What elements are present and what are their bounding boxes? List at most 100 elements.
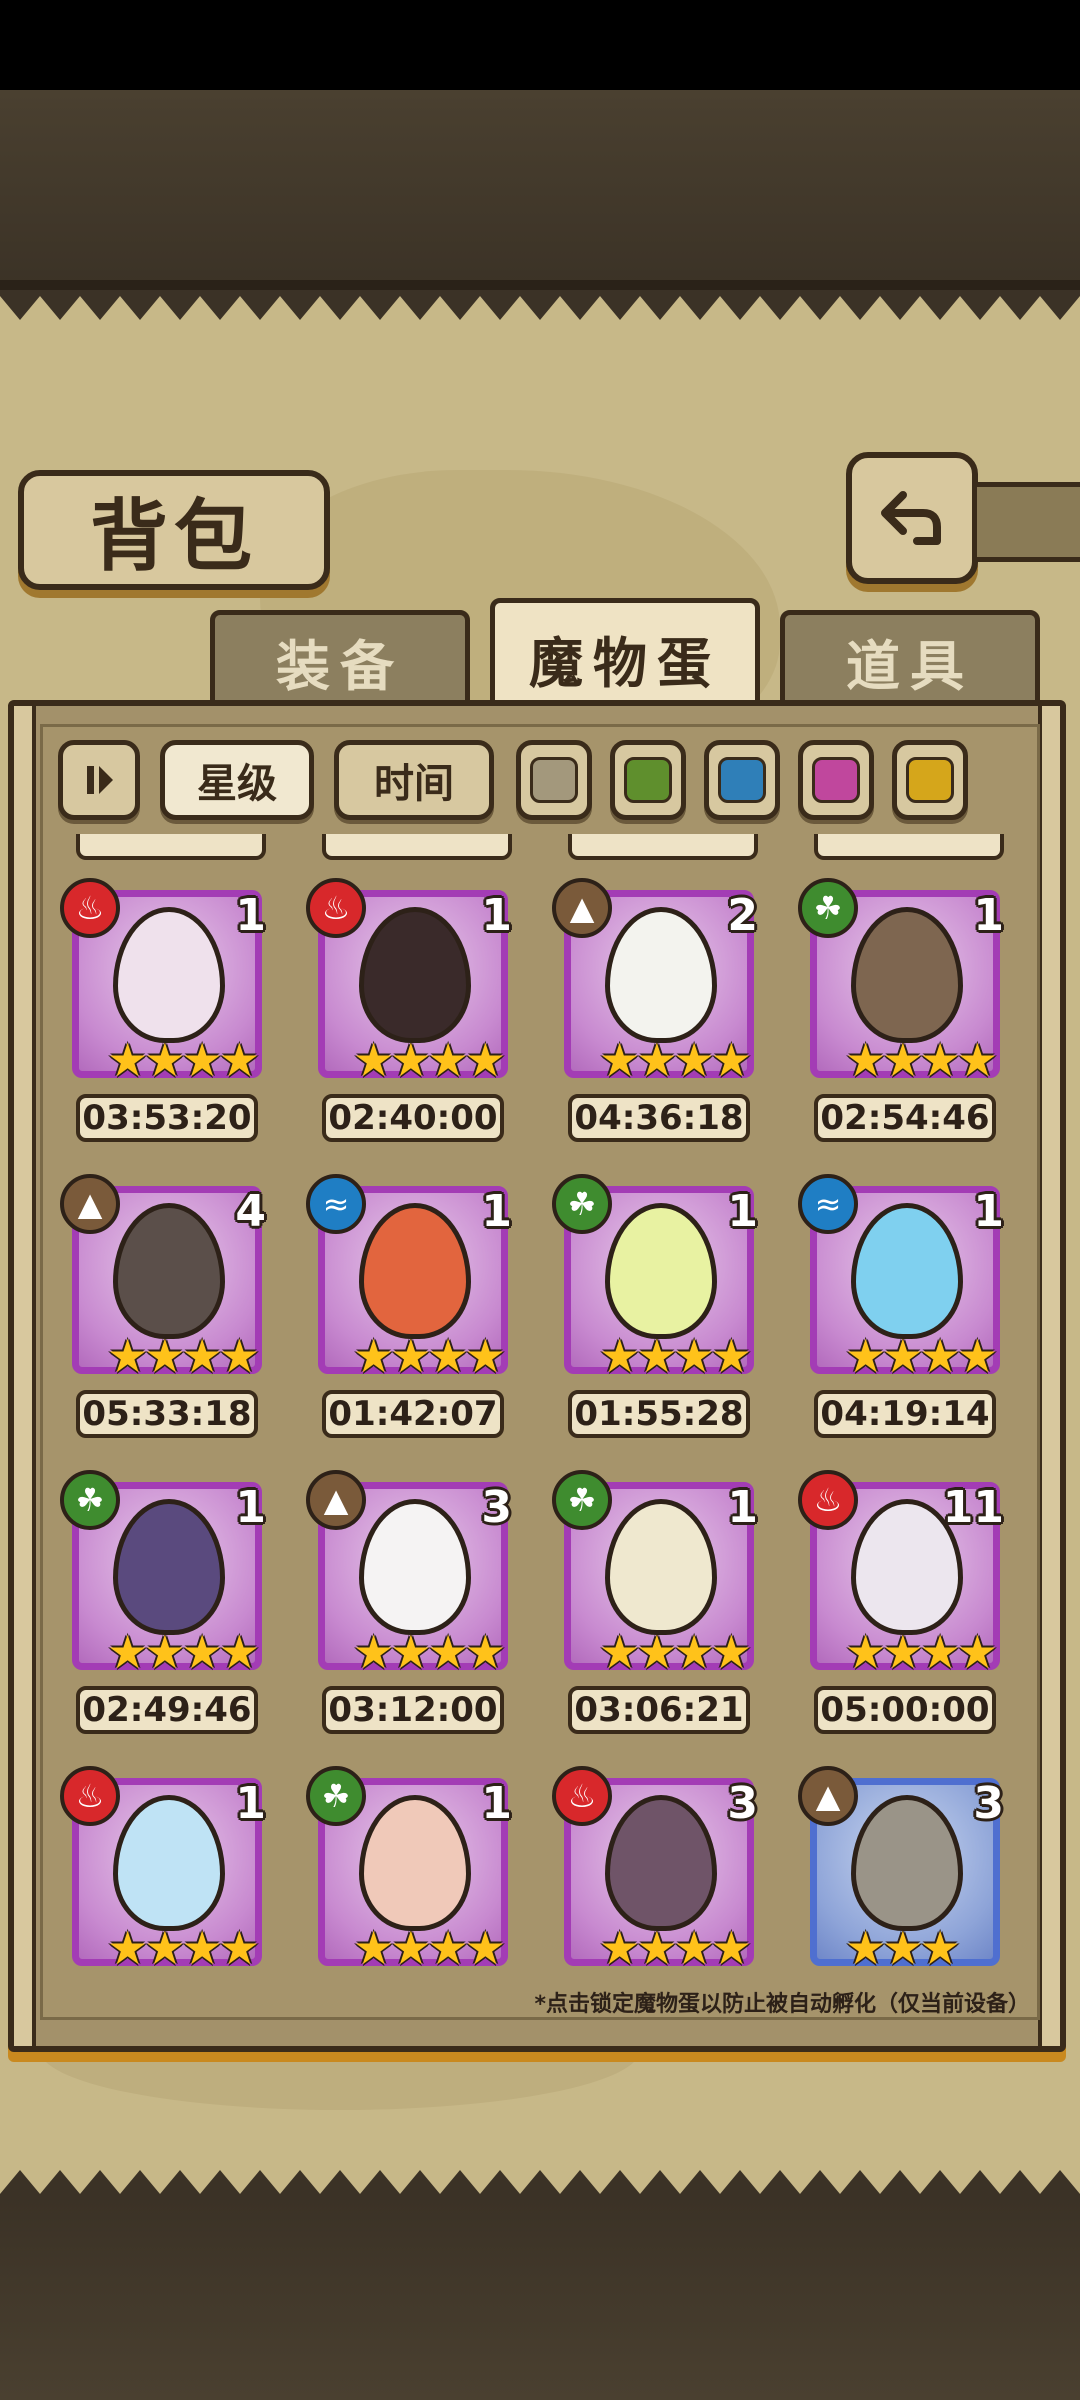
egg-image <box>605 1203 717 1339</box>
auto-hatch-notice: *点击锁定魔物蛋以防止被自动孵化（仅当前设备） <box>534 1992 1030 2017</box>
star-icon: ★ <box>636 1625 678 1679</box>
egg-image <box>605 907 717 1043</box>
star-icon: ★ <box>464 1921 506 1975</box>
star-rating: ★ ★ ★ ★ <box>353 1625 506 1679</box>
star-icon: ★ <box>599 1329 641 1383</box>
star-icon: ★ <box>218 1625 260 1679</box>
star-icon: ★ <box>353 1033 395 1087</box>
filter-green-swatch <box>624 757 672 803</box>
filter-green-button[interactable] <box>610 740 686 820</box>
egg-card[interactable]: ★ ★ ★ ▲ 3 <box>798 1766 1008 1979</box>
egg-card[interactable]: ★ ★ ★ ★ ♨ 11 05:00:00 <box>798 1470 1008 1752</box>
star-icon: ★ <box>636 1921 678 1975</box>
previous-row-timer <box>814 834 1004 860</box>
star-rating: ★ ★ ★ ★ <box>107 1329 260 1383</box>
star-icon: ★ <box>919 1921 961 1975</box>
previous-row-timer <box>76 834 266 860</box>
star-icon: ★ <box>144 1033 186 1087</box>
egg-count: 1 <box>235 1778 266 1829</box>
star-icon: ★ <box>181 1625 223 1679</box>
filter-blue-button[interactable] <box>704 740 780 820</box>
mountain-icon: ▲ <box>798 1766 858 1826</box>
filter-bar: 星级 时间 <box>40 740 1034 820</box>
sort-by-stars-button[interactable]: 星级 <box>160 740 314 820</box>
egg-image <box>359 1499 471 1635</box>
egg-card[interactable]: ★ ★ ★ ★ ☘ 1 02:54:46 <box>798 878 1008 1160</box>
mountain-icon: ▲ <box>306 1470 366 1530</box>
egg-card[interactable]: ★ ★ ★ ★ ♨ 1 02:40:00 <box>306 878 516 1160</box>
filter-yellow-button[interactable] <box>892 740 968 820</box>
sort-toggle-icon <box>87 766 113 794</box>
egg-card[interactable]: ★ ★ ★ ★ ☘ 1 01:55:28 <box>552 1174 762 1456</box>
egg-card[interactable]: ★ ★ ★ ★ ≈1 01:42:07 <box>306 1174 516 1456</box>
sort-by-time-label: 时间 <box>374 761 454 807</box>
filter-blue-swatch <box>718 757 766 803</box>
star-icon: ★ <box>353 1625 395 1679</box>
star-icon: ★ <box>144 1625 186 1679</box>
egg-card[interactable]: ★ ★ ★ ★ ▲ 4 05:33:18 <box>60 1174 270 1456</box>
star-rating: ★ ★ ★ ★ <box>845 1033 998 1087</box>
panel-left-rail <box>14 706 36 2046</box>
star-icon: ★ <box>845 1033 887 1087</box>
star-icon: ★ <box>181 1921 223 1975</box>
egg-card[interactable]: ★ ★ ★ ★ ♨ 3 <box>552 1766 762 1979</box>
star-icon: ★ <box>636 1033 678 1087</box>
egg-card[interactable]: ★ ★ ★ ★ ☘ 1 03:06:21 <box>552 1470 762 1752</box>
egg-card[interactable]: ★ ★ ★ ★ ≈1 04:19:14 <box>798 1174 1008 1456</box>
egg-count: 11 <box>942 1482 1004 1533</box>
star-icon: ★ <box>390 1329 432 1383</box>
star-icon: ★ <box>107 1329 149 1383</box>
egg-card[interactable]: ★ ★ ★ ★ ▲ 3 03:12:00 <box>306 1470 516 1752</box>
star-icon: ★ <box>919 1329 961 1383</box>
sort-by-time-button[interactable]: 时间 <box>334 740 494 820</box>
egg-card[interactable]: ★ ★ ★ ★ ♨ 1 <box>60 1766 270 1979</box>
star-icon: ★ <box>956 1329 998 1383</box>
egg-image <box>605 1499 717 1635</box>
egg-image <box>113 1499 225 1635</box>
back-button[interactable] <box>846 452 978 584</box>
egg-count: 3 <box>727 1778 758 1829</box>
tab-items[interactable]: 道具 <box>780 610 1040 712</box>
fire-icon: ♨ <box>552 1766 612 1826</box>
hatch-timer: 05:00:00 <box>814 1686 996 1734</box>
tab-equipment-label: 装备 <box>276 633 404 698</box>
egg-card[interactable]: ★ ★ ★ ★ ☘ 1 <box>306 1766 516 1979</box>
star-icon: ★ <box>882 1033 924 1087</box>
star-icon: ★ <box>845 1921 887 1975</box>
leaf-icon: ☘ <box>552 1174 612 1234</box>
filter-yellow-swatch <box>906 757 954 803</box>
star-icon: ★ <box>636 1329 678 1383</box>
leaf-icon: ☘ <box>552 1470 612 1530</box>
egg-count: 1 <box>481 890 512 941</box>
star-icon: ★ <box>107 1033 149 1087</box>
egg-card[interactable]: ★ ★ ★ ★ ▲ 2 04:36:18 <box>552 878 762 1160</box>
star-rating: ★ ★ ★ ★ <box>599 1033 752 1087</box>
star-rating: ★ ★ ★ ★ <box>599 1329 752 1383</box>
egg-count: 1 <box>727 1482 758 1533</box>
tab-equipment[interactable]: 装备 <box>210 610 470 712</box>
sort-order-toggle[interactable] <box>58 740 140 820</box>
top-map-band <box>0 90 1080 290</box>
star-rating: ★ ★ ★ <box>845 1921 961 1975</box>
page-title-plaque: 背包 <box>18 470 330 590</box>
panel-right-rail <box>1038 706 1060 2046</box>
star-icon: ★ <box>353 1921 395 1975</box>
star-icon: ★ <box>710 1921 752 1975</box>
filter-grey-button[interactable] <box>516 740 592 820</box>
egg-count: 1 <box>235 1482 266 1533</box>
star-icon: ★ <box>673 1033 715 1087</box>
filter-pink-button[interactable] <box>798 740 874 820</box>
hatch-timer: 03:06:21 <box>568 1686 750 1734</box>
star-icon: ★ <box>390 1625 432 1679</box>
star-icon: ★ <box>218 1329 260 1383</box>
egg-card[interactable]: ★ ★ ★ ★ ♨ 1 03:53:20 <box>60 878 270 1160</box>
egg-image <box>113 1203 225 1339</box>
star-rating: ★ ★ ★ ★ <box>599 1625 752 1679</box>
star-icon: ★ <box>599 1625 641 1679</box>
star-rating: ★ ★ ★ ★ <box>107 1033 260 1087</box>
star-icon: ★ <box>427 1033 469 1087</box>
egg-card[interactable]: ★ ★ ★ ★ ☘ 1 02:49:46 <box>60 1470 270 1752</box>
star-icon: ★ <box>181 1329 223 1383</box>
bottom-map-band <box>0 2200 1080 2400</box>
previous-row-timer <box>568 834 758 860</box>
